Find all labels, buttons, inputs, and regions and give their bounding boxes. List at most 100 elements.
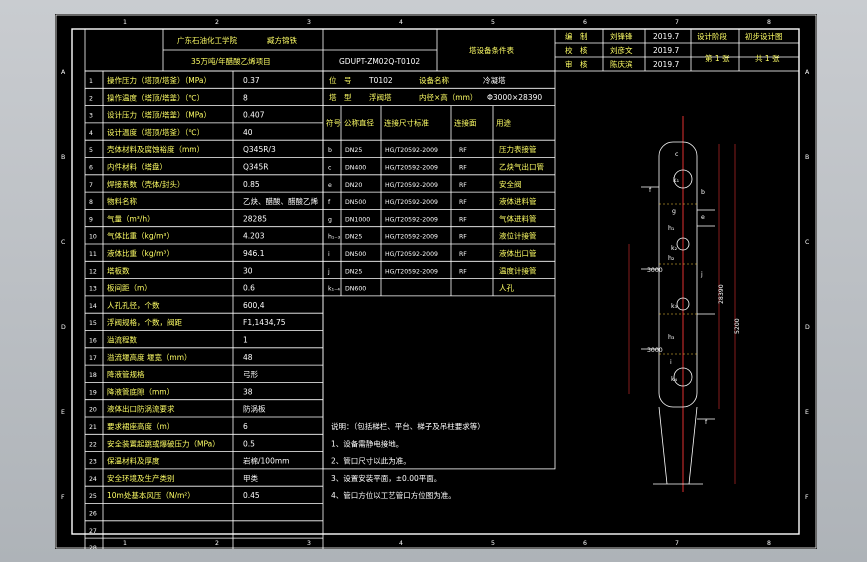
- nozzle-symbol: h₁₋₃: [328, 234, 341, 241]
- param-name: 溢流堰高度 堰宽（mm）: [107, 352, 192, 362]
- param-name: 浮阀规格，个数，阀距: [107, 317, 182, 327]
- param-number: 22: [89, 441, 97, 448]
- param-name: 气体比重（kg/m³）: [107, 231, 174, 241]
- param-value: 1: [243, 336, 248, 345]
- param-number: 26: [89, 511, 97, 518]
- border-letter: C: [61, 239, 65, 246]
- nozzle-label: i: [670, 359, 672, 366]
- param-name: 设计温度（塔顶/塔釜）（℃）: [107, 127, 204, 137]
- nozzle-label: f: [649, 187, 652, 194]
- param-number: 21: [89, 424, 97, 431]
- nozzle-header: 公称直径: [344, 118, 374, 128]
- param-value: 4.203: [243, 232, 265, 241]
- nozzle-use: 压力表接管: [499, 144, 537, 154]
- param-number: 11: [89, 251, 97, 258]
- nozzle-symbol: e: [328, 182, 332, 189]
- border-num: 2: [215, 19, 219, 26]
- nozzle-diameter: DN400: [345, 165, 366, 172]
- page-total: 共 1 张: [755, 54, 780, 63]
- border-num: 7: [675, 540, 679, 547]
- nozzle-header: 符号: [326, 118, 341, 128]
- param-name: 壳体材料及腐蚀裕度（mm）: [107, 144, 204, 154]
- param-name: 气量（m³/h）: [107, 213, 155, 223]
- position-label: 位 号: [329, 75, 352, 85]
- param-name: 溢流程数: [107, 335, 137, 345]
- drawing-sheet[interactable]: 1 2 3 4 5 6 7 8 1 2 3 4 5 6 7 8 A B C D …: [55, 14, 817, 549]
- nozzle-standard: HG/T20592-2009: [385, 165, 438, 172]
- param-name: 安全环境及生产类别: [107, 473, 175, 483]
- param-value: 28285: [243, 214, 267, 223]
- nozzle-standard: HG/T20592-2009: [385, 234, 438, 241]
- cad-viewport[interactable]: 1 2 3 4 5 6 7 8 1 2 3 4 5 6 7 8 A B C D …: [0, 0, 867, 562]
- nozzle-label: b: [701, 189, 705, 196]
- param-name: 要求裙座高度（m）: [107, 421, 174, 431]
- nozzle-label: c: [675, 151, 679, 158]
- param-number: 28: [89, 545, 97, 549]
- param-value: 甲类: [243, 473, 258, 483]
- nozzle-label: e: [701, 214, 705, 221]
- school-name: 广东石油化工学院: [177, 35, 237, 45]
- param-value: 8: [243, 93, 248, 102]
- nozzle-standard: HG/T20592-2009: [385, 199, 438, 206]
- nozzle-standard: HG/T20592-2009: [385, 147, 438, 154]
- param-value: 38: [243, 387, 253, 396]
- param-name: 降液管规格: [107, 369, 145, 379]
- param-number: 16: [89, 338, 97, 345]
- param-value: 40: [243, 128, 253, 137]
- nozzle-header: 连接尺寸标准: [384, 118, 429, 128]
- nozzle-diameter: DN600: [345, 286, 366, 293]
- param-value: 0.6: [243, 284, 255, 293]
- param-number: 9: [89, 216, 93, 223]
- role-label: 审 核: [565, 59, 588, 69]
- nozzle-face: RF: [459, 268, 467, 275]
- param-number: 8: [89, 199, 93, 206]
- role-label: 编 制: [565, 31, 588, 41]
- border-num: 3: [307, 540, 311, 547]
- tower-type-value: 浮阀塔: [369, 92, 392, 102]
- border-num: 5: [491, 19, 495, 26]
- nozzle-use: 液位计接管: [499, 231, 537, 241]
- param-name: 物料名称: [107, 196, 137, 206]
- border-letter: E: [61, 409, 65, 416]
- border-num: 8: [767, 19, 771, 26]
- param-value: 48: [243, 353, 253, 362]
- nozzle-header: 用途: [496, 118, 511, 128]
- nozzle-label: h₃: [668, 334, 675, 341]
- nozzle-header: 连接面: [454, 118, 477, 128]
- border-num: 2: [215, 540, 219, 547]
- param-value: 946.1: [243, 249, 265, 258]
- position-value: T0102: [368, 76, 393, 85]
- designer-role: 臧方锦铁: [267, 35, 297, 45]
- border-letter: A: [61, 69, 66, 76]
- border-num: 8: [767, 540, 771, 547]
- param-name: 液体出口防涡流要求: [107, 404, 175, 414]
- role-date: 2019.7: [653, 46, 679, 55]
- nozzle-table: 位 号 T0102 设备名称 冷凝塔塔 型 浮阀塔 内径×高（mm） Φ3000×28390…: [322, 70, 556, 470]
- dim-label: 3000: [647, 347, 663, 354]
- param-name: 操作压力（塔顶/塔釜）（MPa）: [107, 75, 211, 85]
- border-letter: D: [805, 324, 810, 331]
- tower-drawing: f g h₁ h₂ h₃ i k₁ k₂ k₃ k₄ c b e j f 283…: [628, 116, 741, 492]
- nozzle-label: k₄: [671, 376, 678, 383]
- nozzle-diameter: DN25: [345, 147, 362, 154]
- border-letter: D: [61, 324, 66, 331]
- param-name: 10m处基本风压（N/m²）: [107, 490, 195, 500]
- note-line: 2、管口尺寸以此为准。: [331, 456, 411, 466]
- param-number: 2: [89, 95, 93, 102]
- role-date: 2019.7: [653, 32, 679, 41]
- nozzle-face: RF: [459, 182, 467, 189]
- nozzle-diameter: DN1000: [345, 216, 370, 223]
- nozzle-face: RF: [459, 165, 467, 172]
- role-name: 刘彦文: [610, 45, 633, 55]
- border-letter: F: [61, 494, 65, 501]
- param-number: 7: [89, 182, 93, 189]
- param-value: 0.45: [243, 491, 260, 500]
- param-name: 设计压力（塔顶/塔釜）（MPa）: [107, 110, 211, 120]
- nozzle-symbol: k₁₋₄: [328, 286, 340, 293]
- nozzle-label: g: [672, 208, 676, 215]
- nozzle-diameter: DN25: [345, 234, 362, 241]
- nozzle-label: f: [705, 419, 708, 426]
- param-number: 20: [89, 407, 97, 414]
- param-value: 乙炔、醋酸、醋酸乙烯: [243, 196, 318, 206]
- sheet-title: 塔设备条件表: [469, 45, 514, 55]
